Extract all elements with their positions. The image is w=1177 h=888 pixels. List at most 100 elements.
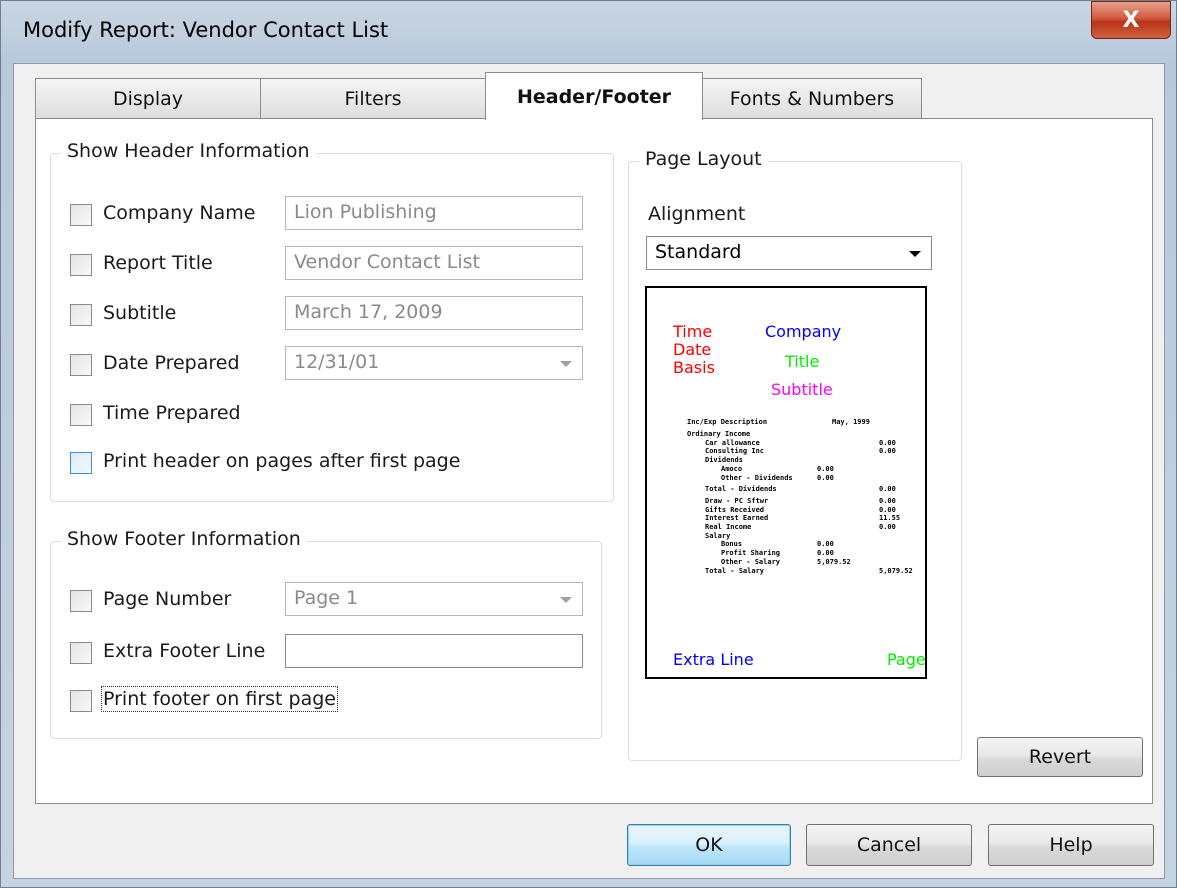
tab-header-footer-label: Header/Footer: [516, 85, 672, 108]
footer-info-group: Show Footer Information Page Number Page…: [50, 528, 602, 739]
page-number-dropdown[interactable]: Page 1: [285, 582, 583, 616]
preview-sample-row-label: Total - Salary: [705, 566, 765, 575]
company-name-label: Company Name: [103, 202, 256, 224]
cancel-button[interactable]: Cancel: [806, 824, 972, 866]
preview-sample-row-label: Real Income: [705, 523, 752, 531]
tab-fonts-numbers[interactable]: Fonts & Numbers: [702, 78, 922, 118]
preview-company: Company: [765, 322, 842, 341]
window-title: Modify Report: Vendor Contact List: [23, 18, 389, 42]
print-footer-label: Print footer on first page: [100, 686, 339, 712]
page-number-value: Page 1: [294, 587, 359, 609]
close-icon: X: [1122, 7, 1140, 33]
page-number-label: Page Number: [103, 588, 232, 610]
preview-sample-row-label: Gifts Received: [705, 505, 765, 514]
preview-page: Page: [887, 650, 926, 669]
footer-group-title: Show Footer Information: [61, 528, 307, 550]
preview-subtitle: Subtitle: [771, 380, 833, 399]
tab-filters[interactable]: Filters: [260, 78, 486, 118]
tab-display[interactable]: Display: [35, 78, 261, 118]
help-button[interactable]: Help: [988, 824, 1154, 866]
preview-sample-row-label: Ordinary Income: [687, 430, 751, 438]
revert-button[interactable]: Revert: [977, 737, 1143, 777]
alignment-dropdown[interactable]: Standard: [646, 236, 932, 270]
preview-sample-row-label: Bonus: [721, 540, 743, 549]
header-footer-panel: Show Header Information Company Name Lio…: [35, 118, 1153, 804]
ok-label: OK: [695, 834, 723, 856]
tab-header-footer[interactable]: Header/Footer: [485, 72, 703, 120]
tab-display-label: Display: [112, 87, 184, 110]
preview-sample-row-label: Other - Salary: [721, 557, 781, 566]
alignment-label: Alignment: [648, 203, 746, 225]
preview-extra-line: Extra Line: [673, 650, 754, 669]
help-label: Help: [1049, 834, 1093, 856]
preview-sample-row-label: Consulting Inc: [705, 447, 765, 456]
layout-preview: Time Date Basis Company Title Subtitle I…: [645, 286, 927, 679]
layout-group-title: Page Layout: [639, 148, 768, 170]
preview-title: Title: [785, 352, 820, 371]
revert-label: Revert: [1028, 746, 1092, 768]
date-prepared-value: 12/31/01: [294, 351, 380, 373]
chevron-down-icon: [560, 361, 572, 367]
preview-sample-row-label: Interest Earned: [705, 514, 769, 523]
date-prepared-dropdown[interactable]: 12/31/01: [285, 346, 583, 380]
preview-sample-row-value: 0.00: [879, 523, 896, 531]
time-prepared-checkbox[interactable]: [70, 404, 92, 426]
preview-sample-row-value: 0.00: [817, 473, 834, 482]
tab-fonts-numbers-label: Fonts & Numbers: [729, 87, 895, 110]
preview-sample-row-value: 0.00: [879, 485, 896, 494]
cancel-label: Cancel: [856, 834, 922, 856]
chevron-down-icon: [909, 251, 921, 257]
ok-button[interactable]: OK: [627, 824, 791, 866]
preview-sample-row-value: 5,079.52: [817, 557, 851, 566]
extra-footer-label: Extra Footer Line: [103, 640, 266, 662]
extra-footer-field[interactable]: [285, 634, 583, 668]
print-header-label: Print header on pages after first page: [103, 450, 461, 472]
preview-sample-row-label: Draw - PC Sftwr: [705, 496, 769, 505]
preview-sample-row-value: 11.55: [879, 514, 901, 523]
title-bar: Modify Report: Vendor Contact List X: [1, 1, 1176, 63]
extra-footer-checkbox[interactable]: [70, 642, 92, 664]
report-title-checkbox[interactable]: [70, 254, 92, 276]
preview-sample-row-label: Other - Dividends: [721, 473, 793, 482]
preview-sample-row-value: May, 1999: [832, 418, 870, 426]
header-info-group: Show Header Information Company Name Lio…: [50, 140, 614, 502]
preview-sample-row-value: 0.00: [879, 496, 896, 505]
preview-basis: Basis: [673, 358, 715, 377]
report-title-field[interactable]: Vendor Contact List: [285, 246, 583, 280]
chevron-down-icon: [560, 597, 572, 603]
preview-sample-row-label: Car allowance: [705, 438, 760, 447]
report-title-label: Report Title: [103, 252, 213, 274]
preview-sample-row-value: 0.00: [817, 549, 834, 558]
dialog-body: Display Filters Header/Footer Fonts & Nu…: [13, 63, 1165, 879]
preview-sample-row-value: 0.00: [879, 505, 896, 514]
preview-sample-row-label: Profit Sharing: [721, 549, 781, 558]
page-number-checkbox[interactable]: [70, 590, 92, 612]
company-name-field[interactable]: Lion Publishing: [285, 196, 583, 230]
tab-filters-label: Filters: [344, 87, 402, 110]
preview-sample-row-label: Salary: [705, 531, 731, 540]
preview-sample-row-label: Total - Dividends: [705, 485, 777, 494]
subtitle-checkbox[interactable]: [70, 304, 92, 326]
date-prepared-checkbox[interactable]: [70, 354, 92, 376]
subtitle-label: Subtitle: [103, 302, 177, 324]
header-group-title: Show Header Information: [61, 140, 316, 162]
preview-sample-row-value: 0.00: [879, 438, 896, 447]
preview-sample-row-label: Amoco: [721, 464, 743, 473]
preview-sample-row-value: 0.00: [817, 464, 834, 473]
company-name-checkbox[interactable]: [70, 204, 92, 226]
dialog-window: Modify Report: Vendor Contact List X Dis…: [0, 0, 1177, 888]
date-prepared-label: Date Prepared: [103, 352, 240, 374]
preview-time: Time: [673, 322, 713, 341]
subtitle-field[interactable]: March 17, 2009: [285, 296, 583, 330]
alignment-value: Standard: [655, 241, 742, 263]
print-footer-checkbox[interactable]: [70, 690, 92, 712]
close-button[interactable]: X: [1091, 1, 1171, 39]
preview-date: Date: [673, 340, 712, 359]
preview-sample-row-value: 0.00: [879, 447, 896, 456]
print-header-checkbox[interactable]: [70, 452, 92, 474]
preview-sample-row-value: 5,079.52: [879, 566, 913, 575]
preview-sample-row-label: Inc/Exp Description: [687, 418, 768, 426]
preview-sample-row-label: Dividends: [705, 456, 743, 465]
time-prepared-label: Time Prepared: [103, 402, 241, 424]
preview-sample-row-value: 0.00: [817, 540, 834, 549]
